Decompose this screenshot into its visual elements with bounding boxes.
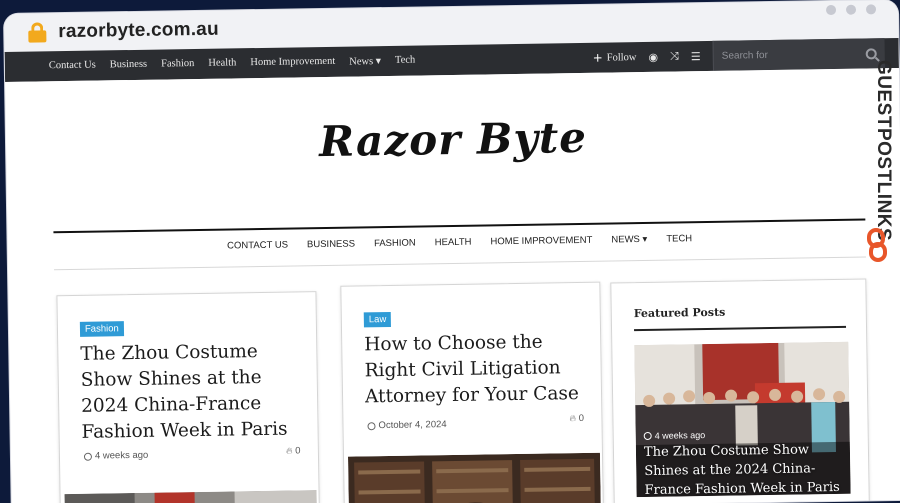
clock-icon xyxy=(643,431,652,441)
post-date: October 4, 2024 xyxy=(367,419,447,432)
window-dot[interactable] xyxy=(865,4,877,15)
topnav-link-health[interactable]: Health xyxy=(208,57,236,69)
category-tag[interactable]: Fashion xyxy=(79,321,124,337)
guestpostlinks-watermark: GUESTPOSTLINKS xyxy=(860,60,894,270)
watermark-text: GUESTPOSTLINKS xyxy=(873,60,894,242)
featured-heading: Featured Posts xyxy=(633,305,726,321)
post-views: 🔥︎ 0 xyxy=(286,445,301,456)
shuffle-icon[interactable]: ⤨ xyxy=(670,49,679,63)
search-input[interactable] xyxy=(721,48,842,62)
window-dot[interactable] xyxy=(845,4,857,15)
featured-divider xyxy=(634,325,847,332)
site-logo[interactable]: Razor Byte xyxy=(6,108,900,171)
page-content: Razor Byte CONTACT US BUSINESS FASHION H… xyxy=(5,67,900,503)
main-navigation: CONTACT US BUSINESS FASHION HEALTH HOME … xyxy=(54,230,866,254)
clock-icon xyxy=(83,452,93,461)
topnav-link-news[interactable]: News ▾ xyxy=(349,55,381,67)
mainnav-contact[interactable]: CONTACT US xyxy=(227,240,288,252)
post-views: 🔥︎ 0 xyxy=(569,413,584,424)
menu-icon[interactable]: ☰ xyxy=(691,50,701,63)
mainnav-news[interactable]: NEWS ▾ xyxy=(611,234,647,246)
post-date-text: October 4, 2024 xyxy=(378,419,447,432)
post-thumbnail[interactable] xyxy=(347,452,601,503)
lock-icon xyxy=(28,22,47,43)
featured-posts-widget: Featured Posts 4 weeks ago The Zhou Cost… xyxy=(610,278,870,503)
browser-window: razorbyte.com.au Contact Us Business Fas… xyxy=(4,0,900,503)
top-nav-links: Contact Us Business Fashion Health Home … xyxy=(49,55,416,73)
window-dot[interactable] xyxy=(825,4,837,16)
url-text[interactable]: razorbyte.com.au xyxy=(58,19,219,44)
featured-date: 4 weeks ago xyxy=(643,430,706,441)
post-title[interactable]: The Zhou Costume Show Shines at the 2024… xyxy=(80,338,312,446)
mainnav-business[interactable]: BUSINESS xyxy=(307,239,355,251)
category-tag[interactable]: Law xyxy=(363,311,392,328)
topnav-link-home-improvement[interactable]: Home Improvement xyxy=(250,56,335,69)
post-date-text: 4 weeks ago xyxy=(94,449,149,462)
post-views-count: 0 xyxy=(295,445,301,457)
topnav-link-contact[interactable]: Contact Us xyxy=(49,60,96,73)
search-icon[interactable] xyxy=(865,47,877,59)
topnav-link-tech[interactable]: Tech xyxy=(395,55,415,67)
follow-button[interactable]: + Follow xyxy=(593,50,637,65)
clock-icon xyxy=(367,421,376,430)
follow-label: Follow xyxy=(606,51,637,64)
header-divider xyxy=(53,218,866,234)
nav-divider xyxy=(54,256,866,271)
mainnav-fashion[interactable]: FASHION xyxy=(374,238,416,250)
link-logo-icon xyxy=(867,228,887,262)
user-icon[interactable]: ◉ xyxy=(648,50,658,63)
post-views-count: 0 xyxy=(578,412,585,425)
post-thumbnail[interactable] xyxy=(64,490,317,503)
topnav-link-business[interactable]: Business xyxy=(110,59,148,72)
mainnav-health[interactable]: HEALTH xyxy=(435,237,472,249)
mainnav-home-improvement[interactable]: HOME IMPROVEMENT xyxy=(490,235,592,248)
fire-icon: 🔥︎ xyxy=(285,446,293,457)
post-card[interactable]: Fashion The Zhou Costume Show Shines at … xyxy=(56,291,321,503)
featured-headline[interactable]: The Zhou Costume Show Shines at the 2024… xyxy=(644,440,849,500)
post-date: 4 weeks ago xyxy=(83,449,149,462)
post-title[interactable]: How to Choose the Right Civil Litigation… xyxy=(364,329,595,411)
post-card[interactable]: Law How to Choose the Right Civil Litiga… xyxy=(340,281,604,503)
mainnav-tech[interactable]: TECH xyxy=(666,233,692,244)
featured-date-text: 4 weeks ago xyxy=(654,430,706,441)
fire-icon: 🔥︎ xyxy=(569,414,577,425)
window-controls xyxy=(825,4,877,16)
top-nav-tools: + Follow ◉ ⤨ ☰ xyxy=(592,38,885,73)
plus-icon: + xyxy=(592,50,603,65)
topnav-link-fashion[interactable]: Fashion xyxy=(161,58,194,71)
